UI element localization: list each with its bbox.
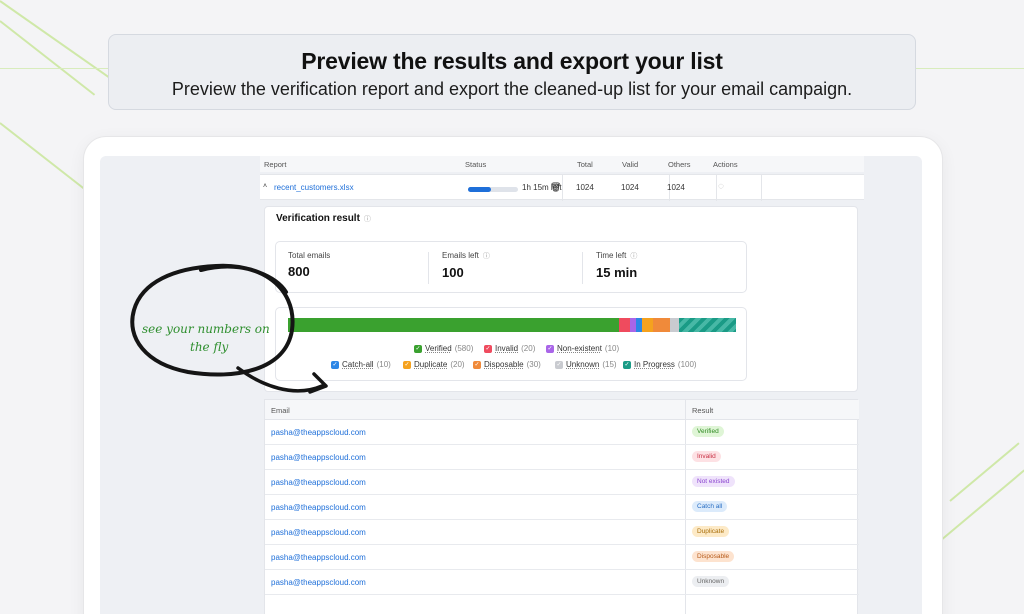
bg-line <box>0 0 116 83</box>
legend-item-unknown[interactable]: ✓ Unknown (15) <box>555 360 617 369</box>
email-link[interactable]: pasha@theappscloud.com <box>271 553 366 562</box>
bg-line <box>0 122 96 198</box>
email-link[interactable]: pasha@theappscloud.com <box>271 453 366 462</box>
checkbox-icon[interactable]: ✓ <box>484 344 492 353</box>
legend-count: (10) <box>376 360 391 369</box>
legend-label: Disposable <box>484 360 524 369</box>
report-file-link[interactable]: recent_customers.xlsx <box>274 183 354 192</box>
hero-subtitle: Preview the verification report and expo… <box>171 79 853 99</box>
info-icon: ⓘ <box>630 253 638 260</box>
status-badge: Catch all <box>692 501 728 512</box>
status-badge: Duplicate <box>692 526 730 537</box>
email-link[interactable]: pasha@theappscloud.com <box>271 478 366 487</box>
total-count: 1024 <box>576 183 594 192</box>
email-table: Email Result pasha@theappscloud.com Verif… <box>264 399 859 614</box>
annotation-text: the fly <box>190 340 229 354</box>
annotation-text: see your numbers on <box>142 322 270 336</box>
legend-label: Non-existent <box>557 344 602 353</box>
bar-segment-disposable <box>653 318 671 332</box>
status-progress-bar <box>468 187 518 192</box>
info-icon: ⓘ <box>482 253 490 260</box>
legend-count: (30) <box>526 360 541 369</box>
table-row[interactable]: pasha@theappscloud.com Unknown <box>265 570 859 595</box>
header-actions: Actions <box>713 160 738 169</box>
status-badge: Verified <box>692 426 724 437</box>
legend-item-catch-all[interactable]: ✓ Catch-all (10) <box>331 360 391 369</box>
chevron-up-icon[interactable]: ˄ <box>263 183 267 190</box>
legend-item-disposable[interactable]: ✓ Disposable (30) <box>473 360 541 369</box>
header-result: Result <box>692 406 714 415</box>
checkbox-icon[interactable]: ✓ <box>403 360 411 369</box>
table-row[interactable]: pasha@theappscloud.com Disposable <box>265 545 859 570</box>
legend-count: (15) <box>602 360 617 369</box>
checkbox-icon[interactable]: ✓ <box>473 360 481 369</box>
legend-label: Verified <box>425 344 452 353</box>
results-chart: ✓ Verified (580) ✓ Invalid (20) ✓ Non-existent(… <box>275 307 747 381</box>
report-row[interactable]: ˄ recent_customers.xlsx 🗑 1h 15m left 10… <box>260 174 864 201</box>
others-count: 1024 <box>667 183 685 192</box>
legend-item-in-progress[interactable]: ✓ In Progress (100) <box>623 360 697 369</box>
email-link[interactable]: pasha@theappscloud.com <box>271 528 366 537</box>
valid-count: 1024 <box>621 183 639 192</box>
verification-panel: Verification result ⓘ Total emails 800 Em… <box>264 206 858 392</box>
legend-label: Duplicate <box>414 360 448 369</box>
report-table-header: Report Status Total Valid Others Actions <box>260 156 864 172</box>
stats-card: Total emails 800 Emails left ⓘ 100 Time l… <box>275 241 747 293</box>
header-valid: Valid <box>622 160 639 169</box>
header-status: Status <box>465 160 487 169</box>
table-row[interactable]: pasha@theappscloud.com Not existed <box>265 470 859 495</box>
stat-time-left: Time left ⓘ 15 min <box>596 251 638 280</box>
bar-segment-unknown <box>670 318 679 332</box>
legend-label: Unknown <box>566 360 600 369</box>
header-others: Others <box>668 160 691 169</box>
checkbox-icon[interactable]: ✓ <box>414 344 422 353</box>
stat-emails-left: Emails left ⓘ 100 <box>442 251 490 280</box>
bar-segment-verified <box>288 318 619 332</box>
bg-line <box>949 442 1020 502</box>
table-row[interactable]: pasha@theappscloud.com Catch all <box>265 495 859 520</box>
legend-label: Catch-all <box>342 360 374 369</box>
email-link[interactable]: pasha@theappscloud.com <box>271 503 366 512</box>
info-icon: ⓘ <box>363 216 371 223</box>
legend-count: (10) <box>604 344 620 353</box>
header-report: Report <box>264 160 287 169</box>
hero-title: Preview the results and export your list <box>301 48 723 74</box>
bg-line <box>939 469 1024 542</box>
legend-count: (20) <box>521 344 536 353</box>
hero-banner: Preview the results and export your list… <box>108 34 916 110</box>
status-badge: Not existed <box>692 476 735 487</box>
bar-segment-duplicate <box>641 318 654 332</box>
legend-count: (20) <box>450 360 465 369</box>
stacked-bar <box>288 318 736 332</box>
legend-count: (580) <box>454 344 474 353</box>
loading-spinner-icon: ◌ <box>718 181 724 192</box>
legend-label: In Progress <box>634 360 675 369</box>
checkbox-icon[interactable]: ✓ <box>623 360 631 369</box>
header-total: Total <box>577 160 593 169</box>
bar-segment-in-progress <box>678 318 736 332</box>
legend-item-non-existent[interactable]: ✓ Non-existent (10) <box>546 344 619 353</box>
table-row[interactable]: pasha@theappscloud.com Verified <box>265 420 859 445</box>
checkbox-icon[interactable]: ✓ <box>546 344 554 353</box>
time-left-text: 1h 15m left <box>522 183 562 192</box>
status-badge: Disposable <box>692 551 735 562</box>
status-badge: Unknown <box>692 576 730 587</box>
status-badge: Invalid <box>692 451 721 462</box>
email-table-header: Email Result <box>265 400 859 420</box>
legend-item-verified[interactable]: ✓ Verified (580) <box>414 344 473 353</box>
checkbox-icon[interactable]: ✓ <box>555 360 563 369</box>
verification-title: Verification result ⓘ <box>276 213 371 224</box>
bar-segment-invalid <box>619 318 631 332</box>
legend-label: Invalid <box>495 344 519 353</box>
legend-item-duplicate[interactable]: ✓ Duplicate (20) <box>403 360 465 369</box>
email-link[interactable]: pasha@theappscloud.com <box>271 428 366 437</box>
legend-count: (100) <box>677 360 697 369</box>
email-link[interactable]: pasha@theappscloud.com <box>271 578 366 587</box>
legend-item-invalid[interactable]: ✓ Invalid (20) <box>484 344 535 353</box>
table-row[interactable]: pasha@theappscloud.com Duplicate <box>265 520 859 545</box>
table-row[interactable]: pasha@theappscloud.com Invalid <box>265 445 859 470</box>
